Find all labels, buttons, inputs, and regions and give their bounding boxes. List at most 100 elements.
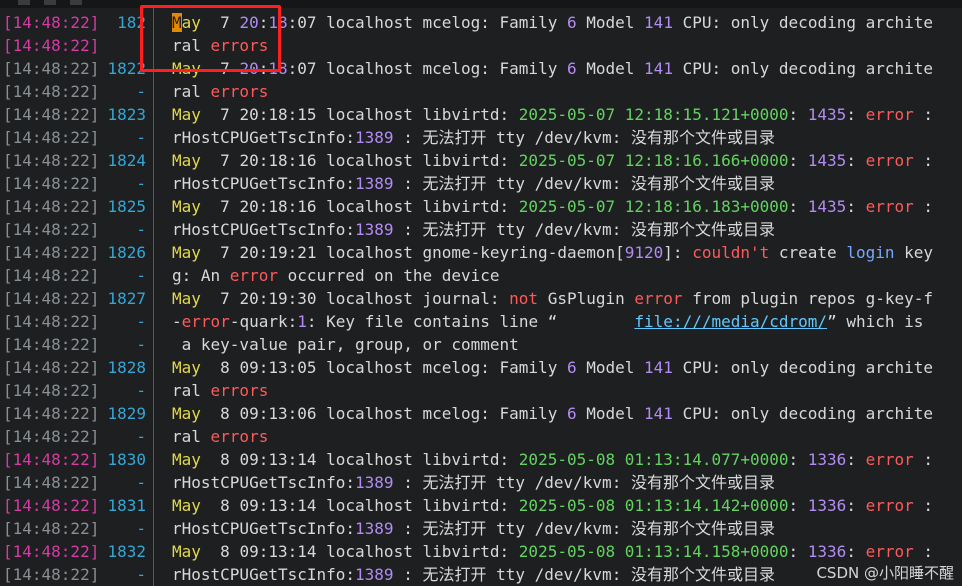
log-text[interactable]: May 8 09:13:06 localhost mcelog: Family … bbox=[172, 402, 933, 425]
log-token: May bbox=[172, 358, 201, 377]
log-text[interactable]: May 7 20:18:07 localhost mcelog: Family … bbox=[172, 57, 933, 80]
log-token: 141 bbox=[644, 404, 673, 423]
log-text[interactable]: ral errors bbox=[172, 80, 268, 103]
log-token: : bbox=[788, 496, 808, 515]
log-text[interactable]: rHostCPUGetTscInfo:1389 : 无法打开 tty /dev/… bbox=[172, 218, 775, 241]
file-link[interactable]: file:///media/cdrom/ bbox=[634, 312, 827, 331]
log-text[interactable]: rHostCPUGetTscInfo:1389 : 无法打开 tty /dev/… bbox=[172, 172, 775, 195]
log-token: May bbox=[172, 105, 201, 124]
log-token: 7 20:19:30 localhost journal: bbox=[200, 289, 510, 308]
log-token: 20 bbox=[239, 59, 259, 78]
log-token: : 无法打开 tty /dev/kvm: 没有那个文件或目录 bbox=[393, 565, 775, 584]
log-token: Model bbox=[576, 404, 645, 423]
log-token: May bbox=[172, 496, 201, 515]
log-token: : bbox=[258, 59, 269, 78]
log-token: 1389 bbox=[355, 565, 394, 584]
log-token: 7 20:18:15 localhost libvirtd: bbox=[200, 105, 519, 124]
log-token: create bbox=[769, 243, 847, 262]
log-token: 1389 bbox=[355, 220, 394, 239]
line-number: 1825 bbox=[107, 197, 146, 216]
log-token: error bbox=[865, 151, 914, 170]
log-text[interactable]: rHostCPUGetTscInfo:1389 : 无法打开 tty /dev/… bbox=[172, 517, 775, 540]
log-token: May bbox=[172, 151, 201, 170]
line-number: 182 bbox=[117, 13, 146, 32]
log-token: 18 bbox=[268, 59, 288, 78]
log-token: 2025-05-07 12:18:16.166+0000 bbox=[518, 151, 789, 170]
log-token: : bbox=[913, 197, 934, 216]
line-number: - bbox=[136, 381, 146, 400]
log-token: : bbox=[258, 13, 269, 32]
log-text[interactable]: May 7 20:18:07 localhost mcelog: Family … bbox=[172, 11, 933, 34]
log-text[interactable]: ral errors bbox=[172, 379, 268, 402]
log-token: 7 20:19:21 localhost gnome-keyring-daemo… bbox=[200, 243, 625, 262]
line-number: 1831 bbox=[107, 496, 146, 515]
watermark: CSDN @小阳睡不醒 bbox=[816, 564, 954, 582]
timestamp: [14:48:22] bbox=[3, 128, 100, 147]
log-text[interactable]: May 7 20:19:21 localhost gnome-keyring-d… bbox=[172, 241, 933, 264]
log-text[interactable]: rHostCPUGetTscInfo:1389 : 无法打开 tty /dev/… bbox=[172, 126, 775, 149]
log-token: : bbox=[788, 197, 808, 216]
text-cursor: M bbox=[172, 13, 182, 32]
log-token: not bbox=[509, 289, 539, 308]
log-token: errors bbox=[210, 82, 269, 101]
log-token: ]: bbox=[663, 243, 693, 262]
log-token: from plugin repos g-key-f bbox=[682, 289, 934, 308]
line-number: - bbox=[136, 128, 146, 147]
log-token: 6 bbox=[566, 13, 577, 32]
log-token: 1435 bbox=[807, 151, 847, 170]
timestamp: [14:48:22] bbox=[3, 496, 100, 515]
log-token: a key-value pair, group, or comment bbox=[172, 335, 519, 354]
log-text[interactable]: May 7 20:18:15 localhost libvirtd: 2025-… bbox=[172, 103, 933, 126]
timestamp: [14:48:22] bbox=[3, 243, 100, 262]
timestamp: [14:48:22] bbox=[3, 174, 100, 193]
log-token: : bbox=[846, 197, 866, 216]
log-token: May bbox=[172, 59, 201, 78]
log-text[interactable]: May 8 09:13:05 localhost mcelog: Family … bbox=[172, 356, 933, 379]
log-text[interactable]: rHostCPUGetTscInfo:1389 : 无法打开 tty /dev/… bbox=[172, 471, 775, 494]
log-text[interactable]: a key-value pair, group, or comment bbox=[172, 333, 519, 356]
log-token: ” which is bbox=[827, 312, 924, 331]
line-number: 1822 bbox=[107, 59, 146, 78]
timestamp: [14:48:22] bbox=[3, 427, 100, 446]
log-token: CPU: only decoding archite bbox=[672, 404, 934, 423]
log-text[interactable]: ral errors bbox=[172, 34, 268, 57]
log-token: 7 bbox=[200, 13, 240, 32]
log-text[interactable]: g: An error occurred on the device bbox=[172, 264, 500, 287]
log-token: May bbox=[172, 404, 201, 423]
log-token: error bbox=[865, 450, 914, 469]
log-token: rHostCPUGetTscInfo: bbox=[172, 174, 356, 193]
log-token: ral bbox=[172, 381, 211, 400]
log-token: 2025-05-08 01:13:14.158+0000 bbox=[518, 542, 789, 561]
log-text[interactable]: May 8 09:13:14 localhost libvirtd: 2025-… bbox=[172, 448, 933, 471]
log-token: 8 09:13:06 localhost mcelog: Family bbox=[200, 404, 567, 423]
log-token: 1389 bbox=[355, 473, 394, 492]
line-number: - bbox=[136, 266, 146, 285]
log-text[interactable]: May 7 20:18:16 localhost libvirtd: 2025-… bbox=[172, 149, 933, 172]
timestamp: [14:48:22] bbox=[3, 519, 100, 538]
log-token: 1435 bbox=[807, 105, 847, 124]
log-token: login bbox=[846, 243, 895, 262]
log-text[interactable]: May 8 09:13:14 localhost libvirtd: 2025-… bbox=[172, 494, 933, 517]
log-text[interactable]: May 8 09:13:14 localhost libvirtd: 2025-… bbox=[172, 540, 933, 563]
log-token: 2025-05-07 12:18:15.121+0000 bbox=[518, 105, 789, 124]
line-number: - bbox=[136, 427, 146, 446]
log-token: error bbox=[229, 266, 278, 285]
log-text[interactable]: rHostCPUGetTscInfo:1389 : 无法打开 tty /dev/… bbox=[172, 563, 775, 586]
line-number: 1826 bbox=[107, 243, 146, 262]
log-text[interactable]: ral errors bbox=[172, 425, 268, 448]
log-token: error bbox=[181, 312, 230, 331]
terminal-log-view[interactable]: [14:48:22] 182 May 7 20:18:07 localhost mc… bbox=[0, 8, 962, 586]
log-text[interactable]: May 7 20:19:30 localhost journal: not Gs… bbox=[172, 287, 933, 310]
log-text[interactable]: -error-quark:1: Key file contains line “… bbox=[172, 310, 923, 333]
timestamp: [14:48:22] bbox=[3, 59, 100, 78]
log-token: : bbox=[788, 542, 808, 561]
log-token: May bbox=[172, 542, 201, 561]
timestamp: [14:48:22] bbox=[3, 105, 100, 124]
log-token: 2025-05-08 01:13:14.077+0000 bbox=[518, 450, 789, 469]
log-token: 6 bbox=[566, 358, 577, 377]
line-number: 1823 bbox=[107, 105, 146, 124]
timestamp: [14:48:22] bbox=[3, 565, 100, 584]
log-token: CPU: only decoding archite bbox=[672, 59, 934, 78]
log-text[interactable]: May 7 20:18:16 localhost libvirtd: 2025-… bbox=[172, 195, 933, 218]
log-token: errors bbox=[210, 36, 269, 55]
